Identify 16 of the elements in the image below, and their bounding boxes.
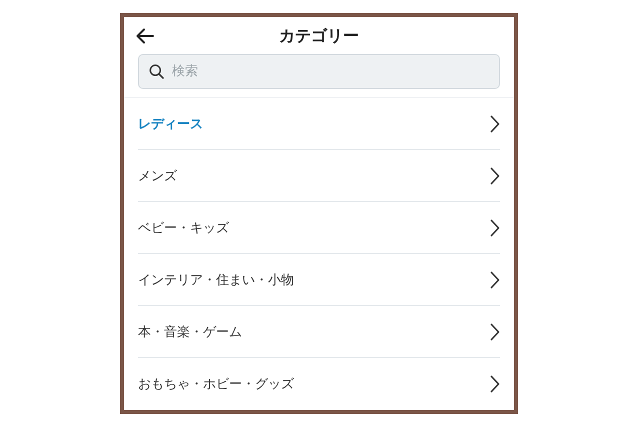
category-item[interactable]: おもちゃ・ホビー・グッズ bbox=[138, 358, 500, 410]
category-item[interactable]: 本・音楽・ゲーム bbox=[138, 306, 500, 358]
category-item[interactable]: レディース bbox=[138, 98, 500, 150]
chevron-right-icon bbox=[490, 218, 500, 236]
arrow-left-icon bbox=[136, 28, 154, 44]
chevron-right-icon bbox=[490, 166, 500, 184]
chevron-right-icon bbox=[490, 322, 500, 340]
category-item[interactable]: ベビー・キッズ bbox=[138, 202, 500, 254]
chevron-right-icon bbox=[490, 375, 500, 393]
chevron-right-icon bbox=[490, 270, 500, 288]
search-field[interactable]: 検索 bbox=[138, 54, 500, 89]
back-button[interactable] bbox=[134, 26, 156, 46]
category-item[interactable]: メンズ bbox=[138, 150, 500, 202]
chevron-right-icon bbox=[490, 114, 500, 132]
screen-title: カテゴリー bbox=[279, 26, 359, 47]
category-item[interactable]: インテリア・住まい・小物 bbox=[138, 254, 500, 306]
